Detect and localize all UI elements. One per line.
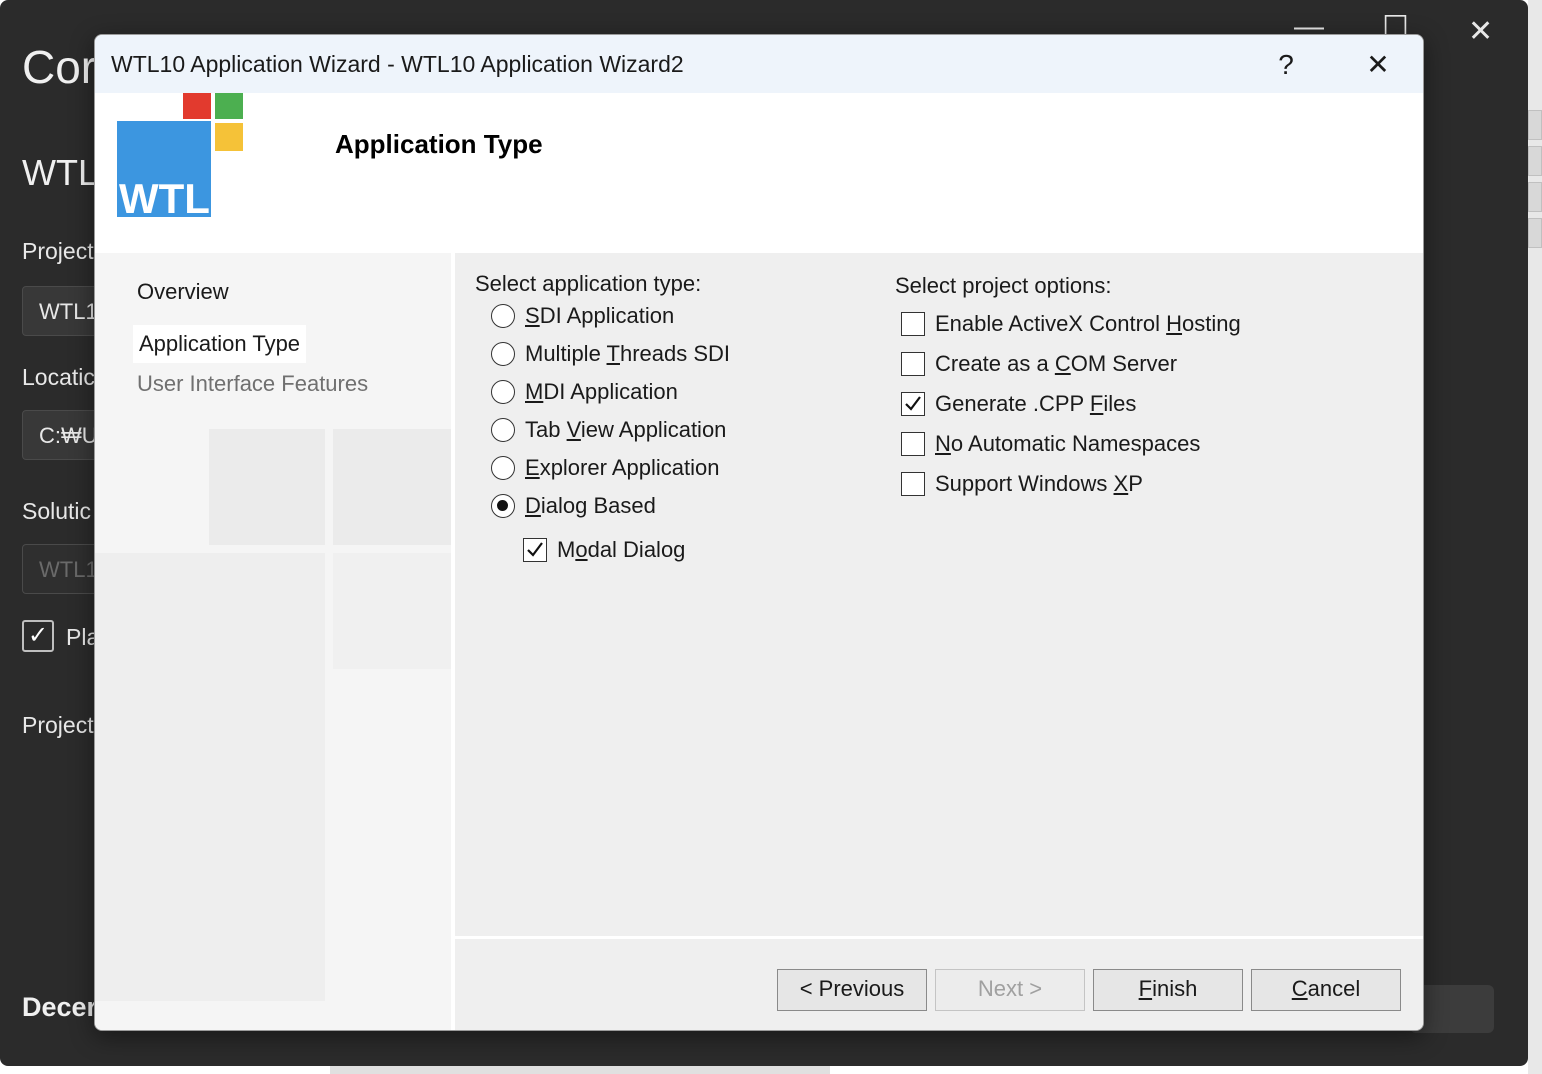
help-button[interactable]: ? — [1261, 43, 1311, 87]
nav-item-overview[interactable]: Overview — [137, 279, 229, 305]
watermark-tile — [95, 553, 325, 1001]
finish-button[interactable]: Finish — [1093, 969, 1243, 1011]
radio-button[interactable] — [491, 342, 515, 366]
checkbox[interactable] — [901, 352, 925, 376]
radio-button[interactable] — [491, 456, 515, 480]
watermark-tile — [333, 553, 451, 669]
wtl-logo: WTL — [117, 93, 243, 217]
wizard-nav-pane: Overview Application Type User Interface… — [95, 253, 451, 1030]
checkbox-checked[interactable] — [523, 538, 547, 562]
checkbox-label: Create as a COM Server — [935, 351, 1178, 376]
logo-green-square — [215, 93, 243, 119]
dialog-title: WTL10 Application Wizard - WTL10 Applica… — [111, 51, 684, 77]
checkbox[interactable] — [901, 472, 925, 496]
checkmark-icon — [905, 396, 921, 411]
checkbox-label: Generate .CPP Files — [935, 391, 1137, 416]
strip-cell — [1528, 146, 1542, 176]
wizard-dialog: WTL10 Application Wizard - WTL10 Applica… — [94, 34, 1424, 1031]
checkbox-enable-activex-hosting[interactable]: Enable ActiveX Control Hosting — [901, 309, 1241, 339]
nav-item-user-interface-features[interactable]: User Interface Features — [137, 371, 368, 397]
nav-item-application-type[interactable]: Application Type — [133, 325, 307, 363]
strip-cell — [1528, 218, 1542, 248]
wizard-footer: < Previous Next > Finish Cancel — [455, 937, 1423, 1030]
underlying-window-edge — [330, 1066, 830, 1074]
radio-label: Explorer Application — [525, 455, 720, 480]
bg-place-checkbox[interactable]: ✓ — [22, 620, 54, 652]
cancel-button[interactable]: Cancel — [1251, 969, 1401, 1011]
logo-red-square — [183, 93, 211, 119]
radio-button[interactable] — [491, 418, 515, 442]
radio-label: Multiple Threads SDI — [525, 341, 731, 366]
radio-label: SDI Application — [525, 303, 675, 328]
wizard-options-pane: Select application type: SDI Application… — [455, 253, 1423, 936]
logo-yellow-square — [215, 123, 243, 151]
radio-button[interactable] — [491, 380, 515, 404]
checkbox[interactable] — [901, 432, 925, 456]
bg-window-title: Cor — [22, 41, 97, 93]
checkbox-create-com-server[interactable]: Create as a COM Server — [901, 349, 1177, 379]
project-options-label: Select project options: — [895, 273, 1112, 298]
bg-window-subtitle: WTL — [22, 152, 98, 193]
radio-explorer-application[interactable]: Explorer Application — [491, 453, 719, 483]
previous-button[interactable]: < Previous — [777, 969, 927, 1011]
bg-project-label: Project — [22, 238, 94, 264]
radio-multiple-threads-sdi[interactable]: Multiple Threads SDI — [491, 339, 730, 369]
radio-button-selected[interactable] — [491, 494, 515, 518]
checkbox-checked[interactable] — [901, 392, 925, 416]
strip-cell — [1528, 110, 1542, 140]
checkbox-label: Modal Dialog — [557, 537, 686, 562]
bg-bottom-text: Decer — [22, 992, 98, 1022]
dialog-titlebar[interactable]: WTL10 Application Wizard - WTL10 Applica… — [95, 35, 1423, 93]
bg-location-label: Locatic — [22, 364, 95, 390]
checkmark-icon — [527, 542, 543, 557]
checkbox-support-windows-xp[interactable]: Support Windows XP — [901, 469, 1143, 499]
radio-dialog-based[interactable]: Dialog Based — [491, 491, 656, 521]
app-type-label: Select application type: — [475, 271, 702, 296]
strip-cell — [1528, 182, 1542, 212]
checkbox-no-automatic-namespaces[interactable]: No Automatic Namespaces — [901, 429, 1200, 459]
checkbox-label: Enable ActiveX Control Hosting — [935, 311, 1241, 336]
checkbox-label: No Automatic Namespaces — [935, 431, 1201, 456]
bg-solution-label: Solutic — [22, 498, 92, 524]
radio-button[interactable] — [491, 304, 515, 328]
checkbox-generate-cpp-files[interactable]: Generate .CPP Files — [901, 389, 1136, 419]
wizard-header: WTL Application Type — [95, 93, 1423, 253]
radio-sdi-application[interactable]: SDI Application — [491, 301, 674, 331]
next-button[interactable]: Next > — [935, 969, 1085, 1011]
radio-tab-view-application[interactable]: Tab View Application — [491, 415, 726, 445]
radio-label: Dialog Based — [525, 493, 656, 518]
checkbox[interactable] — [901, 312, 925, 336]
radio-label: Tab View Application — [525, 417, 727, 442]
watermark-tile — [333, 429, 451, 545]
watermark-tile — [209, 429, 325, 545]
radio-label: MDI Application — [525, 379, 678, 404]
close-icon[interactable]: ✕ — [1468, 14, 1493, 49]
radio-mdi-application[interactable]: MDI Application — [491, 377, 678, 407]
checkbox-modal-dialog[interactable]: Modal Dialog — [523, 535, 685, 565]
checkbox-label: Support Windows XP — [935, 471, 1143, 496]
dialog-close-button[interactable]: ✕ — [1353, 43, 1403, 87]
logo-text: WTL — [119, 175, 210, 217]
bg-project2-label: Project — [22, 712, 94, 738]
page-heading: Application Type — [335, 129, 543, 159]
